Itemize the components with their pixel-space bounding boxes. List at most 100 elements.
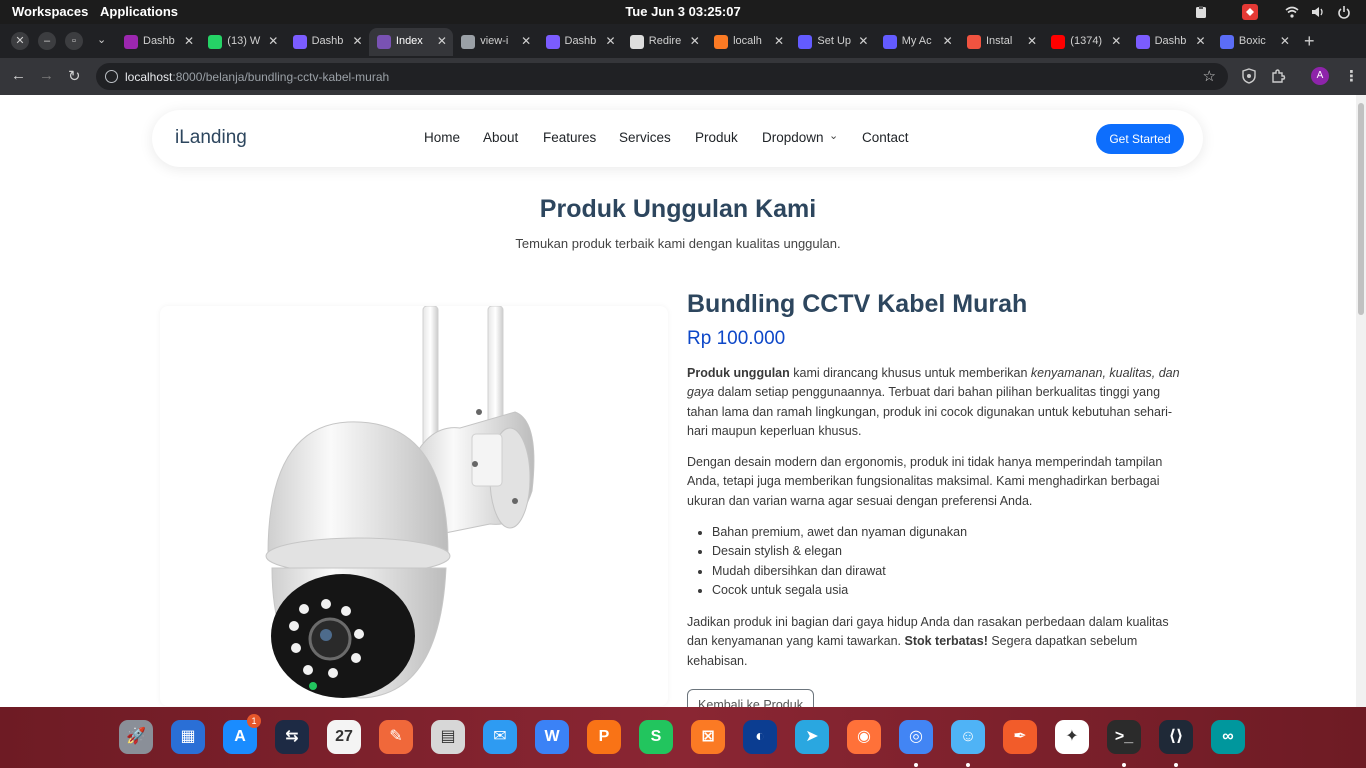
nav-link-contact[interactable]: Contact xyxy=(862,130,909,145)
feather-icon xyxy=(292,35,307,49)
shield-extension-icon[interactable] xyxy=(1241,68,1257,84)
close-window-button[interactable]: ✕ xyxy=(11,32,29,50)
nav-link-features[interactable]: Features xyxy=(543,130,596,145)
tab-search-chevron-icon[interactable]: ⌄ xyxy=(97,33,106,46)
profile-avatar[interactable]: A xyxy=(1311,67,1329,85)
beaver-icon[interactable]: ✦ xyxy=(1055,720,1089,754)
browser-tab[interactable]: view-i ✕ xyxy=(453,28,537,56)
tab-title: Instal xyxy=(986,35,1013,47)
site-info-icon[interactable] xyxy=(105,70,118,83)
close-tab-icon[interactable]: ✕ xyxy=(521,34,531,48)
remote-desktop-icon[interactable]: ⇆ xyxy=(275,720,309,754)
running-indicator xyxy=(966,763,970,767)
close-tab-icon[interactable]: ✕ xyxy=(353,34,363,48)
power-icon[interactable] xyxy=(1337,5,1351,19)
nav-link-home[interactable]: Home xyxy=(424,130,460,145)
terminal-icon[interactable]: >_ xyxy=(1107,720,1141,754)
maximize-window-button[interactable]: ▫ xyxy=(65,32,83,50)
chevron-down-icon[interactable]: ⌄ xyxy=(829,129,838,142)
finder-icon[interactable]: ☺ xyxy=(951,720,985,754)
close-tab-icon[interactable]: ✕ xyxy=(268,34,278,48)
clock[interactable]: Tue Jun 3 03:25:07 xyxy=(0,4,1366,19)
running-indicator xyxy=(1122,763,1126,767)
volume-icon[interactable] xyxy=(1310,5,1324,19)
pen-tool-icon[interactable]: ✒ xyxy=(1003,720,1037,754)
close-tab-icon[interactable]: ✕ xyxy=(1027,34,1037,48)
browser-tab[interactable]: Dashb ✕ xyxy=(116,28,200,56)
browser-tab[interactable]: (13) W ✕ xyxy=(200,28,284,56)
mail-icon[interactable]: ✉ xyxy=(483,720,517,754)
browser-tab[interactable]: My Ac ✕ xyxy=(875,28,959,56)
close-tab-icon[interactable]: ✕ xyxy=(1111,34,1121,48)
nav-link-dropdown[interactable]: Dropdown xyxy=(762,130,824,145)
spreadsheet-icon[interactable]: S xyxy=(639,720,673,754)
dock-glyph: ➤ xyxy=(805,728,819,745)
pen-editor-icon[interactable]: ✎ xyxy=(379,720,413,754)
nav-link-produk[interactable]: Produk xyxy=(695,130,738,145)
close-tab-icon[interactable]: ✕ xyxy=(690,34,700,48)
wifi-icon[interactable] xyxy=(1285,5,1299,19)
list-item: Desain stylish & elegan xyxy=(712,542,967,561)
browser-tab[interactable]: localh ✕ xyxy=(706,28,790,56)
site-logo[interactable]: iLanding xyxy=(175,127,247,149)
browser-tab[interactable]: Set Up ✕ xyxy=(790,28,874,56)
address-bar[interactable]: localhost:8000/belanja/bundling-cctv-kab… xyxy=(96,63,1228,90)
nav-link-about[interactable]: About xyxy=(483,130,518,145)
applications-menu[interactable]: Applications xyxy=(100,4,178,19)
close-tab-icon[interactable]: ✕ xyxy=(858,34,868,48)
minimize-window-button[interactable]: – xyxy=(38,32,56,50)
bootstrap-icon xyxy=(376,35,391,49)
browser-tab[interactable]: (1374) ✕ xyxy=(1043,28,1127,56)
xampp-icon[interactable]: ⊠ xyxy=(691,720,725,754)
close-tab-icon[interactable]: ✕ xyxy=(1280,34,1290,48)
back-button[interactable]: ← xyxy=(11,67,26,84)
extensions-puzzle-icon[interactable] xyxy=(1270,68,1286,84)
scrollbar-thumb[interactable] xyxy=(1358,103,1364,315)
tab-title: (1374) xyxy=(1070,35,1103,47)
dock-glyph: ▦ xyxy=(180,728,196,745)
workspaces-menu[interactable]: Workspaces xyxy=(12,4,88,19)
telegram-icon[interactable]: ➤ xyxy=(795,720,829,754)
new-tab-button[interactable]: + xyxy=(1304,31,1315,52)
get-started-button[interactable]: Get Started xyxy=(1096,124,1184,154)
browser-tab[interactable]: Instal ✕ xyxy=(959,28,1043,56)
close-tab-icon[interactable]: ✕ xyxy=(1196,34,1206,48)
close-tab-icon[interactable]: ✕ xyxy=(437,34,447,48)
browser-tab[interactable]: Dashb ✕ xyxy=(285,28,369,56)
anydesk-icon[interactable] xyxy=(1242,4,1258,20)
running-indicator xyxy=(914,763,918,767)
launchpad-icon[interactable]: 🚀 xyxy=(119,720,153,754)
url-text[interactable]: localhost:8000/belanja/bundling-cctv-kab… xyxy=(125,70,389,84)
back-to-products-button[interactable]: Kembali ke Produk xyxy=(687,689,814,707)
close-tab-icon[interactable]: ✕ xyxy=(943,34,953,48)
product-description-intro: Produk unggulan kami dirancang khusus un… xyxy=(687,366,1180,438)
forward-button[interactable]: → xyxy=(39,67,54,84)
browser-tab[interactable]: Dashb ✕ xyxy=(1128,28,1212,56)
browser-tab[interactable]: Redire ✕ xyxy=(622,28,706,56)
browser-toolbar: ← → ↻ localhost:8000/belanja/bundling-cc… xyxy=(0,58,1366,95)
browser-tab[interactable]: Boxic ✕ xyxy=(1212,28,1296,56)
close-tab-icon[interactable]: ✕ xyxy=(774,34,784,48)
bookmark-star-icon[interactable]: ☆ xyxy=(1203,67,1216,85)
page-scrollbar[interactable] xyxy=(1356,95,1366,707)
calculator-icon[interactable]: ▤ xyxy=(431,720,465,754)
browser-tab[interactable]: Dashb ✕ xyxy=(538,28,622,56)
reload-button[interactable]: ↻ xyxy=(68,67,81,85)
arduino-icon[interactable]: ∞ xyxy=(1211,720,1245,754)
nav-link-services[interactable]: Services xyxy=(619,130,671,145)
presentation-icon[interactable]: P xyxy=(587,720,621,754)
close-tab-icon[interactable]: ✕ xyxy=(605,34,615,48)
tab-title: Redire xyxy=(648,35,682,47)
browser-tab[interactable]: Index ✕ xyxy=(368,28,453,56)
firefox-icon[interactable]: ◉ xyxy=(847,720,881,754)
browser-menu-icon[interactable]: ⋮ xyxy=(1344,67,1359,85)
chrome-icon[interactable]: ◎ xyxy=(899,720,933,754)
close-tab-icon[interactable]: ✕ xyxy=(184,34,194,48)
app-grid-icon[interactable]: ▦ xyxy=(171,720,205,754)
clipboard-icon[interactable] xyxy=(1194,5,1208,19)
tab-title: Set Up xyxy=(817,35,852,47)
writer-icon[interactable]: W xyxy=(535,720,569,754)
vscode-icon[interactable]: ⟨⟩ xyxy=(1159,720,1193,754)
globe-browser-icon[interactable]: ◐ xyxy=(743,720,777,754)
calendar-icon[interactable]: 27 xyxy=(327,720,361,754)
